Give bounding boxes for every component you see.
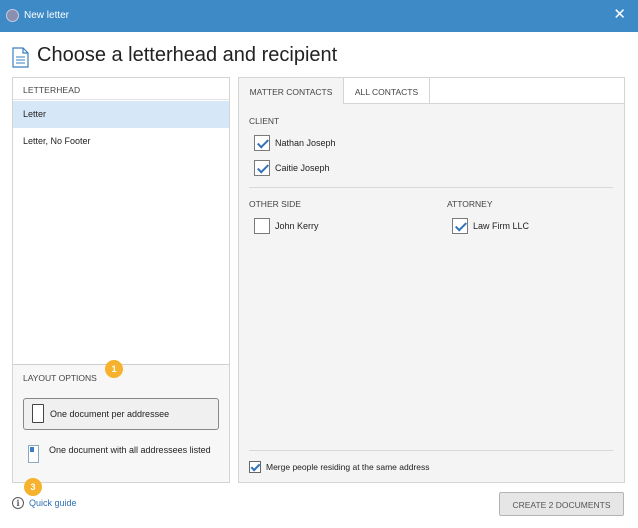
letterhead-item-letter-no-footer[interactable]: Letter, No Footer [13, 128, 229, 155]
create-documents-button[interactable]: CREATE 2 DOCUMENTS [499, 492, 624, 516]
quick-guide-label: Quick guide [29, 498, 77, 508]
letterhead-section-label: LETTERHEAD [13, 78, 229, 100]
window-title: New letter [24, 10, 70, 21]
layout-option-all-addressees[interactable]: One document with all addressees listed [23, 443, 219, 473]
other-side-group-label: OTHER SIDE [249, 199, 301, 209]
list-page-icon [28, 445, 39, 463]
section-divider [249, 187, 613, 188]
info-icon: i [12, 497, 24, 509]
contact-checkbox[interactable] [254, 218, 270, 234]
step-badge-1: 1 [105, 360, 123, 378]
layout-option-label: One document per addressee [50, 409, 170, 419]
attorney-group-label: ATTORNEY [447, 199, 493, 209]
close-icon[interactable]: ✕ [613, 6, 626, 24]
contact-checkbox[interactable] [254, 160, 270, 176]
layout-options-section: LAYOUT OPTIONS One document per addresse… [13, 364, 229, 482]
page-title: Choose a letterhead and recipient [37, 44, 338, 66]
contact-tabs: MATTER CONTACTS ALL CONTACTS [239, 78, 624, 104]
tab-matter-contacts[interactable]: MATTER CONTACTS [239, 78, 343, 104]
contact-name: John Kerry [275, 221, 319, 231]
layout-option-label: One document with all addressees listed [49, 445, 211, 455]
title-bar: New letter ✕ [0, 0, 638, 32]
letterhead-item-letter[interactable]: Letter [13, 101, 229, 128]
layout-options-label: LAYOUT OPTIONS [23, 373, 97, 383]
tab-all-contacts[interactable]: ALL CONTACTS [343, 78, 430, 104]
step-badge-3: 3 [24, 478, 42, 496]
contact-checkbox[interactable] [452, 218, 468, 234]
contact-name: Nathan Joseph [275, 138, 336, 148]
merge-divider [249, 450, 613, 451]
layout-option-per-addressee[interactable]: One document per addressee [23, 398, 219, 430]
document-icon [12, 47, 29, 68]
app-logo-icon [6, 9, 19, 22]
recipients-panel: MATTER CONTACTS ALL CONTACTS CLIENT Nath… [238, 77, 625, 483]
contact-checkbox[interactable] [254, 135, 270, 151]
client-group-label: CLIENT [249, 116, 280, 126]
merge-label: Merge people residing at the same addres… [266, 462, 430, 472]
contact-name: Caitie Joseph [275, 163, 330, 173]
single-page-icon [32, 404, 44, 423]
tab-strip-fill [430, 78, 624, 104]
merge-checkbox[interactable] [249, 461, 261, 473]
letterhead-panel: LETTERHEAD Letter Letter, No Footer LAYO… [12, 77, 230, 483]
contact-name: Law Firm LLC [473, 221, 530, 231]
